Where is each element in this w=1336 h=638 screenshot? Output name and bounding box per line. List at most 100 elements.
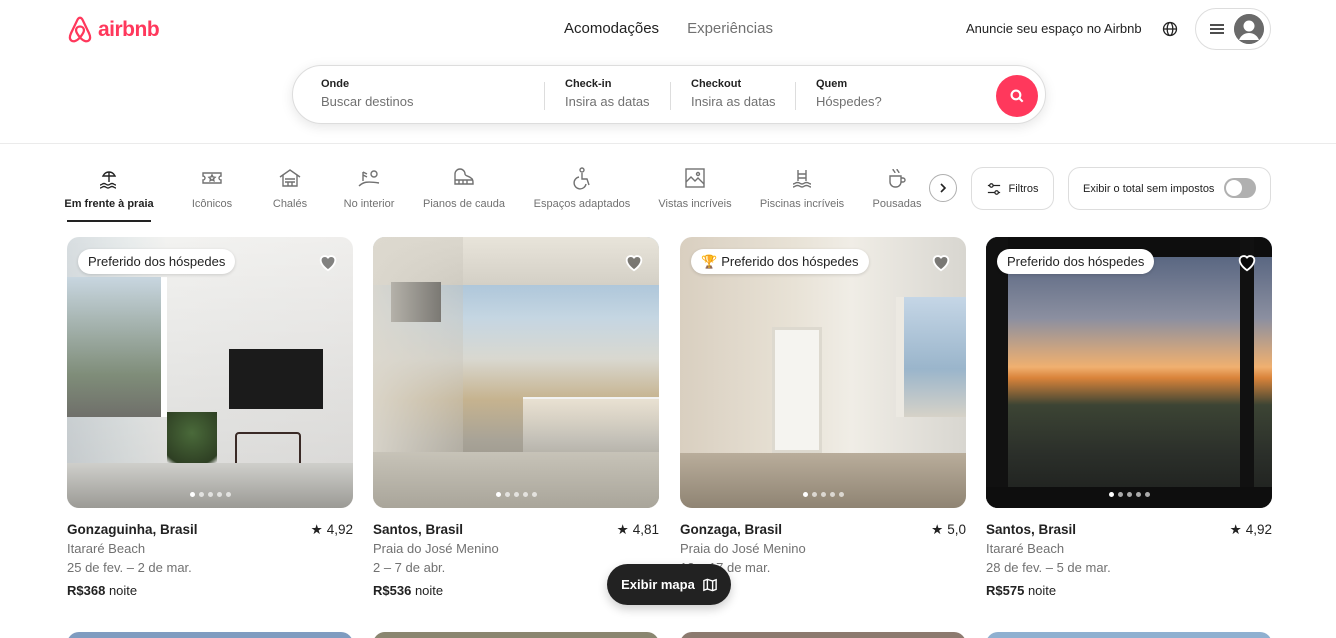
user-menu-button[interactable] [1195,8,1271,50]
search-button[interactable] [996,75,1038,117]
category-chales[interactable]: Chalés [272,166,308,210]
next-listing-photo-peek [986,632,1272,638]
listing-subtitle: Praia do José Menino [680,541,806,556]
host-link[interactable]: Anuncie seu espaço no Airbnb [966,21,1142,36]
guest-favorite-badge: 🏆 Preferido dos hóspedes [691,249,869,274]
tab-experiencias[interactable]: Experiências [687,20,773,37]
category-label: No interior [343,198,395,210]
coffee-icon [889,168,906,188]
category-pousadas[interactable]: Pousadas [872,166,922,210]
heart-icon[interactable] [317,251,339,273]
ticket-star-icon [202,172,222,184]
airbnb-logo[interactable]: airbnb [66,15,160,45]
heart-icon[interactable] [1236,251,1258,273]
search-checkin-value: Insira as datas [565,94,650,109]
sliders-icon [987,182,1000,195]
heart-icon[interactable] [930,251,952,273]
header: airbnb Acomodações Experiências Anuncie … [0,0,1336,144]
category-label: Icônicos [191,198,233,210]
category-em-frente-a-praia[interactable]: Em frente à praia [64,166,154,210]
cabin-icon [279,169,301,187]
tax-switch[interactable] [1224,178,1256,198]
map-icon [703,578,717,591]
category-label: Em frente à praia [64,198,154,210]
avatar [1234,14,1264,44]
search-where[interactable]: Onde Buscar destinos [321,78,414,109]
heart-icon[interactable] [623,251,645,273]
listing-price: R$575 noite [986,581,1272,600]
category-pianos-de-cauda[interactable]: Pianos de cauda [423,166,505,210]
listing-rating: ★ 4,92 [311,520,353,539]
listing-info: Gonzaguinha, Brasil ★ 4,92 Itararé Beach … [67,520,353,600]
photo-dots [373,492,659,497]
search-checkin[interactable]: Check-in Insira as datas [565,78,650,109]
beach-icon [99,171,117,189]
badge-label: Preferido dos hóspedes [88,254,226,269]
next-listing-photo-peek [67,632,353,638]
category-no-interior[interactable]: No interior [342,166,396,210]
logo-text: airbnb [98,18,160,41]
hamburger-icon [1210,24,1224,34]
trophy-icon: 🏆 [701,253,718,269]
accessible-icon [573,167,590,190]
listing-rating: ★ 4,81 [617,520,659,539]
listing-dates: 28 de fev. – 5 de mar. [986,560,1111,575]
search-checkout[interactable]: Checkout Insira as datas [691,78,776,109]
star-icon: ★ [310,522,323,537]
divider [795,82,796,110]
search-checkout-title: Checkout [691,78,742,90]
search-bar: Onde Buscar destinos Check-in Insira as … [292,65,1046,124]
category-label: Chalés [272,198,308,210]
star-icon: ★ [616,522,629,537]
tab-acomodacoes[interactable]: Acomodações [564,20,659,37]
search-where-value: Buscar destinos [321,94,414,109]
listing-photo[interactable]: Preferido dos hóspedes [986,237,1272,508]
listing-photo[interactable] [373,237,659,508]
category-vistas-incriveis[interactable]: Vistas incríveis [658,166,732,210]
pool-icon [792,170,812,188]
top-tabs: Acomodações Experiências [564,20,773,37]
globe-icon[interactable] [1162,21,1178,37]
category-espacos-adaptados[interactable]: Espaços adaptados [532,166,632,210]
show-map-label: Exibir mapa [621,577,695,592]
category-label: Espaços adaptados [533,198,631,210]
search-icon [1010,89,1024,103]
category-iconicos[interactable]: Icônicos [191,166,233,210]
category-next-button[interactable] [929,174,957,202]
listing-subtitle: Itararé Beach [67,541,146,556]
category-label: Pianos de cauda [423,198,505,210]
guest-favorite-badge: Preferido dos hóspedes [997,249,1155,274]
listing-subtitle: Praia do José Menino [373,541,499,556]
category-label: Piscinas incríveis [759,198,845,210]
user-avatar-icon [1234,14,1264,44]
listing-photo[interactable]: Preferido dos hóspedes [67,237,353,508]
category-piscinas-incriveis[interactable]: Piscinas incríveis [760,166,844,210]
listing-card[interactable]: Preferido dos hóspedes Gonzaguinha, Bras… [67,237,353,600]
rating-value: 5,0 [947,522,966,537]
search-where-title: Onde [321,78,350,90]
next-listing-photo-peek [373,632,659,638]
show-map-button[interactable]: Exibir mapa [607,564,731,605]
badge-label: Preferido dos hóspedes [721,254,859,269]
chevron-right-icon [940,183,947,193]
category-label: Vistas incríveis [658,198,732,210]
filters-button[interactable]: Filtros [971,167,1054,210]
listing-rating: ★ 5,0 [931,520,966,539]
photo-dots [986,492,1272,497]
listing-card[interactable]: Santos, Brasil ★ 4,81 Praia do José Menin… [373,237,659,600]
active-category-underline [67,220,151,222]
listing-card[interactable]: 🏆 Preferido dos hóspedes Gonzaga, Brasil … [680,237,966,600]
tax-toggle-label: Exibir o total sem impostos [1083,182,1215,195]
listing-subtitle: Itararé Beach [986,541,1065,556]
tax-toggle[interactable]: Exibir o total sem impostos [1068,167,1271,210]
listing-card[interactable]: Preferido dos hóspedes Santos, Brasil ★ 4… [986,237,1272,600]
countryside-icon [358,170,380,187]
search-checkout-value: Insira as datas [691,94,776,109]
listing-photo[interactable]: 🏆 Preferido dos hóspedes [680,237,966,508]
listing-title: Gonzaga, Brasil [680,522,783,537]
search-who[interactable]: Quem Hóspedes? [816,78,882,109]
photo-dots [680,492,966,497]
airbnb-logo-icon [68,16,92,43]
price-value: R$536 [373,583,412,598]
star-icon: ★ [1229,522,1242,537]
